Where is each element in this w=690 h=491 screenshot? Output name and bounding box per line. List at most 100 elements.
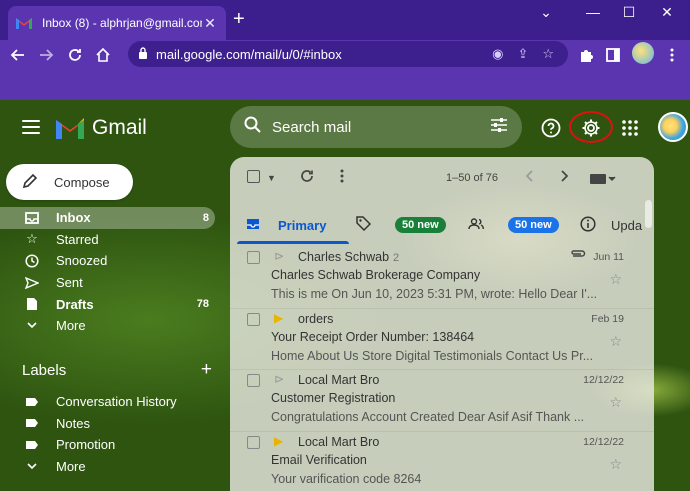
row-checkbox[interactable] [247, 312, 260, 329]
label-item-conversation-history[interactable]: Conversation History [0, 391, 215, 413]
compose-label: Compose [54, 174, 110, 190]
newer-page-icon[interactable] [525, 170, 534, 185]
email-snippet: This is me On Jun 10, 2023 5:31 PM, wrot… [271, 287, 598, 301]
email-row[interactable]: ▶ Local Mart Bro 12/12/22 Email Verifica… [230, 432, 654, 491]
account-avatar[interactable] [658, 112, 688, 142]
search-icon[interactable] [244, 116, 262, 138]
email-row[interactable]: ▶ orders Feb 19 Your Receipt Order Numbe… [230, 309, 654, 370]
star-icon[interactable]: ☆ [609, 333, 622, 350]
older-page-icon[interactable] [560, 170, 569, 185]
label-tag-icon [24, 418, 40, 428]
importance-marker-icon[interactable]: ⊳ [274, 372, 284, 386]
share-icon[interactable]: ⇪ [517, 46, 528, 62]
star-icon[interactable]: ☆ [609, 271, 622, 288]
compose-button[interactable]: Compose [6, 164, 133, 200]
search-options-icon[interactable] [490, 117, 508, 137]
gmail-wordmark: Gmail [92, 116, 147, 139]
category-tabs: Primary 50 new 50 new Upda [230, 205, 654, 245]
mail-scrollbar-thumb[interactable] [645, 200, 652, 228]
draft-icon [24, 297, 40, 311]
address-bar[interactable]: mail.google.com/mail/u/0/#inbox ◉ ⇪ ☆ [128, 41, 568, 67]
chevron-down-icon [24, 322, 40, 329]
tab-updates-label: Upda [611, 217, 643, 233]
bookmark-star-icon[interactable]: ☆ [542, 46, 554, 62]
browser-profile-avatar[interactable] [632, 42, 654, 64]
star-icon[interactable]: ☆ [609, 456, 622, 473]
inbox-icon [24, 211, 40, 224]
email-sender: orders [298, 312, 333, 326]
email-snippet: Your varification code 8264 [271, 471, 422, 486]
label-item-more[interactable]: More [0, 456, 215, 478]
sidebar-item-label: Snoozed [56, 253, 108, 269]
primary-tab-icon [246, 218, 260, 233]
sidebar-item-inbox[interactable]: Inbox 8 [0, 207, 215, 229]
label-name: Conversation History [56, 394, 177, 410]
refresh-icon[interactable] [300, 169, 314, 186]
email-list: ⊳ Charles Schwab 2 Jun 11 Charles Schwab … [230, 247, 654, 491]
eye-icon[interactable]: ◉ [492, 46, 503, 62]
browser-menu-icon[interactable] [662, 45, 682, 65]
sidebar-item-more[interactable]: More [0, 315, 215, 337]
browser-tabstrip: Inbox (8) - alphrjan@gmail.com ✕ + ⌄ — ☐… [0, 0, 690, 40]
importance-marker-icon[interactable]: ▶ [274, 311, 283, 325]
forward-arrow-icon[interactable] [36, 45, 56, 65]
add-label-button[interactable]: + [201, 360, 212, 379]
select-dropdown-icon[interactable]: ▼ [267, 173, 276, 183]
attachment-icon [570, 248, 586, 262]
close-tab-icon[interactable]: ✕ [202, 15, 218, 32]
tab-social[interactable]: 50 new [468, 205, 559, 245]
select-all-checkbox[interactable] [247, 170, 260, 186]
email-row[interactable]: ⊳ Charles Schwab 2 Jun 11 Charles Schwab … [230, 247, 654, 309]
sidebar-item-snoozed[interactable]: Snoozed [0, 250, 215, 272]
home-icon[interactable] [93, 45, 113, 65]
email-row[interactable]: ⊳ Local Mart Bro 12/12/22 Customer Regis… [230, 370, 654, 432]
gmail-favicon-icon [16, 18, 32, 29]
importance-marker-icon[interactable]: ⊳ [274, 249, 284, 263]
star-icon[interactable]: ☆ [609, 394, 622, 411]
gmail-logo[interactable]: Gmail [56, 116, 147, 140]
row-checkbox[interactable] [247, 435, 260, 452]
label-item-notes[interactable]: Notes [0, 413, 215, 435]
label-item-promotion[interactable]: Promotion [0, 434, 215, 456]
maximize-icon[interactable]: ☐ [619, 4, 639, 21]
main-menu-icon[interactable] [22, 120, 40, 138]
email-sender: Local Mart Bro [298, 373, 379, 387]
close-window-icon[interactable]: ✕ [657, 4, 677, 21]
gmail-app: Gmail Search mail Compose Inbox 8 ☆ Star… [0, 100, 690, 491]
more-actions-icon[interactable] [340, 169, 344, 186]
tab-updates[interactable]: Upda [580, 205, 642, 245]
email-subject: Customer Registration [271, 391, 396, 405]
sidebar-item-sent[interactable]: Sent [0, 272, 215, 294]
extensions-icon[interactable] [576, 45, 596, 65]
sidebar-item-starred[interactable]: ☆ Starred [0, 229, 215, 251]
sidebar-item-label: Drafts [56, 296, 94, 312]
email-date: 12/12/22 [583, 435, 624, 448]
help-icon[interactable] [540, 117, 562, 139]
tab-primary[interactable]: Primary [246, 205, 326, 245]
minimize-icon[interactable]: — [583, 4, 603, 20]
new-tab-button[interactable]: + [233, 9, 245, 29]
promotions-new-badge: 50 new [395, 217, 446, 233]
browser-tab-gmail[interactable]: Inbox (8) - alphrjan@gmail.com ✕ [8, 6, 226, 40]
reload-icon[interactable] [65, 45, 85, 65]
email-date: Jun 11 [593, 251, 624, 263]
label-tag-icon [24, 397, 40, 407]
apps-grid-icon[interactable] [619, 117, 641, 139]
tab-promotions[interactable]: 50 new [356, 205, 446, 245]
labels-header: Labels + [22, 360, 212, 379]
back-arrow-icon[interactable] [8, 45, 28, 65]
promotions-tag-icon [356, 216, 372, 234]
unread-count: 8 [202, 211, 209, 224]
input-tools-icon[interactable] [590, 172, 616, 187]
labels-title: Labels [22, 362, 67, 379]
email-sender: Charles Schwab 2 [298, 250, 399, 264]
row-checkbox[interactable] [247, 374, 260, 390]
side-panel-icon[interactable] [603, 45, 623, 65]
importance-marker-icon[interactable]: ▶ [274, 434, 283, 448]
row-checkbox[interactable] [247, 251, 260, 267]
social-people-icon [468, 217, 484, 233]
social-new-badge: 50 new [508, 217, 559, 233]
tab-search-icon[interactable]: ⌄ [536, 4, 556, 21]
search-mail-box[interactable]: Search mail [230, 106, 522, 148]
sidebar-item-drafts[interactable]: Drafts 78 [0, 293, 215, 315]
